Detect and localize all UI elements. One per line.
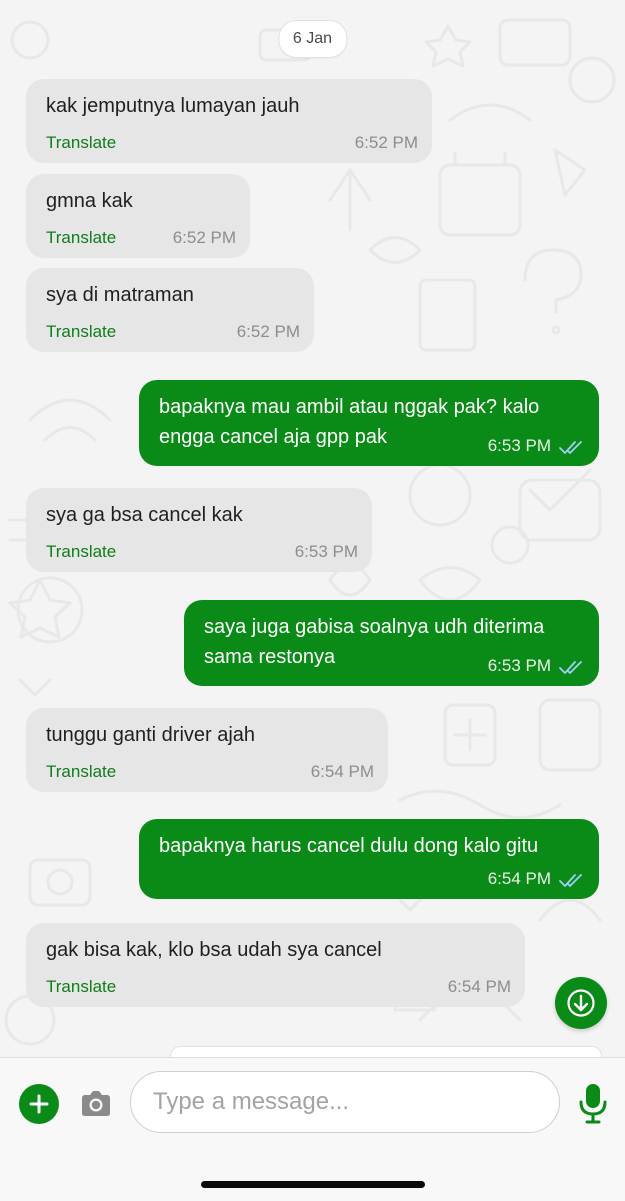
translate-link[interactable]: Translate <box>46 131 116 155</box>
read-ticks-icon <box>559 661 582 674</box>
message-text: tunggu ganti driver ajah <box>46 724 256 746</box>
message-text: gmna kak <box>46 190 133 212</box>
home-indicator <box>201 1181 425 1188</box>
message-text: sya di matraman <box>46 284 194 306</box>
translate-link[interactable]: Translate <box>46 540 116 564</box>
microphone-icon <box>579 1084 607 1124</box>
camera-icon <box>82 1091 110 1116</box>
incoming-message[interactable]: kak jemputnya lumayan jauh Translate 6:5… <box>26 79 432 163</box>
message-time: 6:53 PM <box>294 542 358 561</box>
read-ticks-icon <box>559 441 582 454</box>
outgoing-message[interactable]: bapaknya mau ambil atau nggak pak? kalo … <box>139 380 599 466</box>
message-text: kak jemputnya lumayan jauh <box>46 95 300 117</box>
incoming-message[interactable]: gak bisa kak, klo bsa udah sya cancel Tr… <box>26 923 525 1007</box>
message-time: 6:52 PM <box>354 133 418 152</box>
message-time: 6:53 PM <box>487 656 551 675</box>
outgoing-message[interactable]: bapaknya harus cancel dulu dong kalo git… <box>139 819 599 899</box>
plus-icon <box>29 1094 49 1114</box>
translate-link[interactable]: Translate <box>46 975 116 999</box>
peek-card <box>170 1046 602 1057</box>
message-time: 6:54 PM <box>310 762 374 781</box>
add-attachment-button[interactable] <box>19 1084 59 1124</box>
voice-message-button[interactable] <box>576 1082 610 1126</box>
date-chip: 6 Jan <box>277 20 348 58</box>
message-time: 6:53 PM <box>487 436 551 455</box>
message-input-bar <box>0 1057 625 1201</box>
outgoing-message[interactable]: saya juga gabisa soalnya udh diterima sa… <box>184 600 599 686</box>
incoming-message[interactable]: tunggu ganti driver ajah Translate 6:54 … <box>26 708 388 792</box>
message-time: 6:52 PM <box>236 322 300 341</box>
message-text: sya ga bsa cancel kak <box>46 504 243 526</box>
scroll-to-bottom-button[interactable] <box>555 977 607 1029</box>
incoming-message[interactable]: gmna kak Translate 6:52 PM <box>26 174 250 258</box>
camera-button[interactable] <box>78 1086 114 1122</box>
arrow-down-icon <box>567 989 595 1017</box>
message-text: gak bisa kak, klo bsa udah sya cancel <box>46 939 382 961</box>
message-text: bapaknya harus cancel dulu dong kalo git… <box>159 835 539 857</box>
message-time: 6:52 PM <box>172 228 236 247</box>
chat-area[interactable]: 6 Jan kak jemputnya lumayan jauh Transla… <box>0 0 625 1057</box>
incoming-message[interactable]: sya ga bsa cancel kak Translate 6:53 PM <box>26 488 372 572</box>
message-time: 6:54 PM <box>447 977 511 996</box>
translate-link[interactable]: Translate <box>46 760 116 784</box>
message-input[interactable] <box>130 1071 560 1133</box>
translate-link[interactable]: Translate <box>46 226 116 250</box>
translate-link[interactable]: Translate <box>46 320 116 344</box>
incoming-message[interactable]: sya di matraman Translate 6:52 PM <box>26 268 314 352</box>
read-ticks-icon <box>559 874 582 887</box>
message-time: 6:54 PM <box>487 869 551 888</box>
